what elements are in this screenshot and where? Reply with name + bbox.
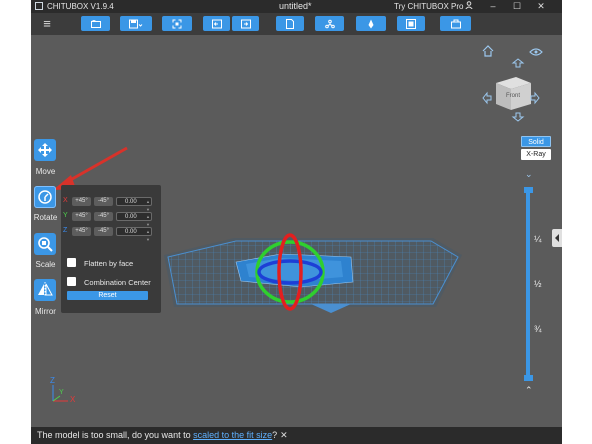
support-button[interactable] <box>356 16 386 31</box>
chitubox-window: CHITUBOX V1.9.4 untitled* Try CHITUBOX P… <box>31 0 562 444</box>
scale-to-fit-link[interactable]: scaled to the fit size <box>193 430 272 440</box>
layer-slider-bottom-handle[interactable] <box>524 375 533 381</box>
view-bottom-arrow-icon <box>511 112 525 122</box>
rotate-tool-label: Rotate <box>33 213 58 222</box>
slider-mark-half: ½ <box>534 279 542 289</box>
scale-tool-label: Scale <box>35 260 56 269</box>
try-pro-link[interactable]: Try CHITUBOX Pro <box>394 2 463 11</box>
undo-button[interactable] <box>203 16 230 31</box>
scale-icon <box>38 237 53 252</box>
open-file-button[interactable] <box>81 16 110 31</box>
flatten-checkbox[interactable] <box>67 258 76 267</box>
reset-button[interactable]: Reset <box>67 291 148 300</box>
combination-center-label: Combination Center <box>84 278 151 287</box>
layer-slider-track[interactable] <box>526 190 530 378</box>
open-file-icon <box>90 19 101 28</box>
view-top-arrow-icon <box>511 58 525 68</box>
save-icon <box>129 19 143 28</box>
support-icon <box>368 19 374 28</box>
status-message: The model is too small, do you want to <box>37 430 194 440</box>
document-title: untitled* <box>279 1 312 11</box>
main-toolbar: ≡ <box>31 13 562 35</box>
rotate-x-minus-button[interactable]: -45° <box>94 197 113 206</box>
axis-y-label: Y <box>59 389 64 396</box>
rotate-z-label: Z <box>63 227 68 234</box>
import-icon <box>450 19 461 28</box>
rotate-panel: X +45° -45° 0.00 ▲ ▼ Y +45° -45° 0.00 ▲ ▼ Z … <box>61 185 161 313</box>
rotate-y-plus-button[interactable]: +45° <box>72 212 91 221</box>
move-icon <box>38 143 52 157</box>
redo-icon <box>240 19 251 28</box>
slider-mark-three-quarter: ¾ <box>534 324 542 334</box>
menu-icon[interactable]: ≡ <box>40 16 54 32</box>
view-cube-face-label[interactable]: Front <box>506 93 520 99</box>
plate-front-tab <box>311 304 351 313</box>
xray-view-button[interactable]: X-Ray <box>521 149 551 160</box>
rotate-icon <box>38 190 52 204</box>
screenshot-icon <box>172 19 182 28</box>
mirror-tool-label: Mirror <box>35 307 56 316</box>
view-left-arrow-icon <box>482 91 492 105</box>
app-logo-icon <box>35 2 43 10</box>
network-button[interactable] <box>315 16 344 31</box>
screenshot-button[interactable] <box>162 16 192 31</box>
slider-mark-quarter: ¼ <box>534 234 542 244</box>
rotate-z-value: 0.00 <box>125 229 137 235</box>
collapse-arrow-icon <box>555 234 559 242</box>
rotate-z-plus-button[interactable]: +45° <box>72 227 91 236</box>
combination-center-checkbox[interactable] <box>67 277 76 286</box>
rotate-tool-button[interactable] <box>34 186 56 208</box>
rotate-x-label: X <box>63 197 68 204</box>
undo-icon <box>211 19 222 28</box>
status-question: ? <box>272 430 278 440</box>
redo-button[interactable] <box>232 16 259 31</box>
home-view-icon <box>482 45 494 57</box>
close-icon[interactable]: ✕ <box>531 0 551 13</box>
view-right-arrow-icon <box>530 91 540 105</box>
annotation-arrow <box>64 146 128 185</box>
maximize-icon[interactable]: ☐ <box>507 0 527 13</box>
slider-down-icon[interactable]: ⌃ <box>525 385 533 396</box>
slider-up-icon[interactable]: ⌄ <box>525 169 533 180</box>
title-bar: CHITUBOX V1.9.4 untitled* Try CHITUBOX P… <box>31 0 562 13</box>
network-icon <box>324 19 335 28</box>
axis-z-label: Z <box>50 376 55 385</box>
status-close-icon[interactable]: ✕ <box>280 430 288 440</box>
rotate-y-label: Y <box>63 212 68 219</box>
slice-icon <box>406 18 416 29</box>
rotate-x-input[interactable]: 0.00 ▲ ▼ <box>116 197 152 212</box>
rotate-y-input[interactable]: 0.00 ▲ ▼ <box>116 212 152 227</box>
minimize-icon[interactable]: – <box>483 0 503 13</box>
save-button[interactable] <box>120 16 152 31</box>
mirror-icon <box>38 282 53 297</box>
mirror-tool-button[interactable] <box>34 279 56 301</box>
move-tool-button[interactable] <box>34 139 56 161</box>
page-button[interactable] <box>276 16 304 31</box>
app-name: CHITUBOX V1.9.4 <box>47 2 114 11</box>
solid-view-button[interactable]: Solid <box>521 136 551 147</box>
slice-button[interactable] <box>397 16 425 31</box>
3d-viewport[interactable]: Z X Y Front Move Rotate Scale Mirror X +… <box>31 35 562 427</box>
rotate-x-plus-button[interactable]: +45° <box>72 197 91 206</box>
axis-x-label: X <box>70 395 76 404</box>
rotate-y-minus-button[interactable]: -45° <box>94 212 113 221</box>
rotate-x-value: 0.00 <box>125 199 137 205</box>
rotate-z-minus-button[interactable]: -45° <box>94 227 113 236</box>
import-button[interactable] <box>440 16 471 31</box>
axis-y-line <box>52 395 61 402</box>
status-bar: The model is too small, do you want to s… <box>31 427 562 444</box>
user-icon[interactable] <box>459 0 479 13</box>
flatten-label: Flatten by face <box>84 259 134 268</box>
layer-slider-top-handle[interactable] <box>524 187 533 193</box>
rotate-y-value: 0.00 <box>125 214 137 220</box>
side-panel-toggle[interactable] <box>552 229 562 247</box>
page-icon <box>286 18 294 29</box>
rotate-z-input[interactable]: 0.00 ▲ ▼ <box>116 227 152 242</box>
scale-tool-button[interactable] <box>34 233 56 255</box>
move-tool-label: Move <box>35 167 56 176</box>
spinner-icon[interactable]: ▲ ▼ <box>146 228 150 244</box>
